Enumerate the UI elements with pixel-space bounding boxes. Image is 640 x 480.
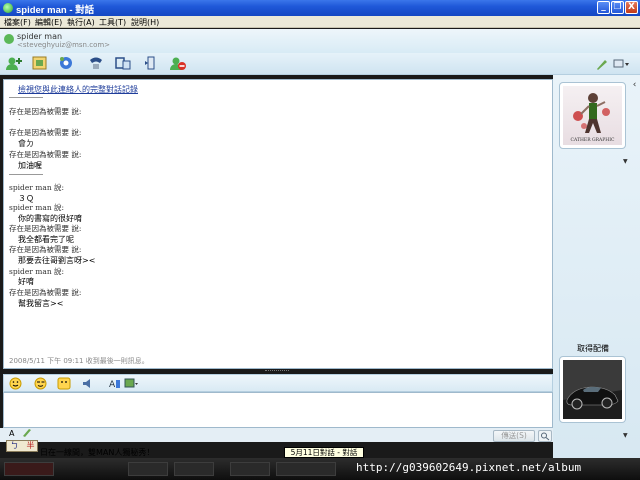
handwriting-icon[interactable] [22,428,34,439]
block-icon[interactable] [169,55,187,72]
watermark-url: http://g039602649.pixnet.net/album [356,461,582,474]
message-sender: spider man 說: [9,203,65,212]
contact-photo: CATHER GRAPHIC [563,86,622,145]
invite-icon[interactable] [5,55,23,72]
send-button[interactable]: 傳送(S) [493,430,535,442]
collapse-panel-icon[interactable]: ‹ [629,80,640,96]
menu-file[interactable]: 檔案(F) [4,17,31,28]
contact-display-picture[interactable]: CATHER GRAPHIC [559,82,626,149]
conversation-history[interactable]: 檢視您與此連絡人的完整對話記錄 存在是因為被需要 說: . 存在是因為被需要 說… [3,79,553,369]
contact-header: spider man <steveghyuiz@msn.com> [0,29,640,53]
message-sender: 存在是因為被需要 說: [9,150,82,159]
my-picture-label[interactable]: 取得配備 [577,343,609,354]
send-files-icon[interactable] [31,55,49,72]
photo-caption: CATHER GRAPHIC [571,137,615,143]
contact-email: <steveghyuiz@msn.com> [17,41,111,49]
taskbar-tooltip: 5月11日對話 - 對話 [284,447,364,458]
font-icon[interactable]: A [107,377,121,390]
ime-mode-toggle[interactable]: ㄅ [7,441,22,451]
window-title: spider man - 對話 [16,5,95,16]
background-icon[interactable] [124,377,138,390]
message-text: 會ㄉ [18,139,34,148]
online-status-icon [4,34,14,44]
taskbar-item[interactable] [128,462,168,476]
last-message-status: 2008/5/11 下午 09:11 收到最後一則訊息。 [9,357,149,365]
messenger-icon [3,3,13,13]
message-text: 幫我留言>< [18,299,64,308]
start-button[interactable] [4,462,54,476]
message-input[interactable] [3,392,553,428]
chevron-down-icon[interactable]: ▼ [623,432,628,439]
chevron-down-icon[interactable]: ▼ [623,158,628,165]
options-menu-icon[interactable] [612,55,630,72]
message-sender: 存在是因為被需要 說: [9,245,82,254]
ime-width-toggle[interactable]: 半 [23,441,38,451]
message-text: 那要去往哥劉言呀>< [18,256,96,265]
message-sender: 存在是因為被需要 說: [9,224,82,233]
title-bar: spider man - 對話 _ ❐ X [0,0,640,16]
toolbar [0,53,640,75]
message-sender: 存在是因為被需要 說: [9,128,82,137]
activities-icon[interactable] [114,55,132,72]
status-message: 日在一線間，雙MAN人獨秘秀！ [40,448,155,457]
emoticon-icon[interactable] [8,377,22,390]
maximize-button[interactable]: ❐ [611,1,624,14]
voice-clip-icon[interactable] [80,377,94,390]
svg-text:A: A [109,380,116,390]
car-photo [563,360,622,419]
resize-grip[interactable] [265,370,289,373]
webcam-icon[interactable] [57,55,75,72]
games-icon[interactable] [142,55,160,72]
message-text: 加油喔 [18,161,42,170]
paint-brush-icon[interactable] [593,55,611,72]
nudge-icon[interactable] [57,377,71,390]
taskbar-item[interactable] [276,462,336,476]
message-sender: 存在是因為被需要 說: [9,288,82,297]
call-icon[interactable] [87,55,105,72]
my-display-picture[interactable] [559,356,626,423]
message-sender: spider man 說: [9,183,65,192]
wink-icon[interactable] [33,377,47,390]
menu-edit[interactable]: 編輯(E) [35,17,62,28]
minimize-button[interactable]: _ [597,1,610,14]
menu-actions[interactable]: 執行(A) [67,17,95,28]
message-text: . [18,113,21,122]
format-toolbar: A [3,374,553,392]
contact-name[interactable]: spider man [17,32,62,41]
menu-help[interactable]: 說明(H) [131,17,159,28]
close-button[interactable]: X [625,1,638,14]
menu-tools[interactable]: 工具(T) [99,17,126,28]
taskbar-item[interactable] [174,462,214,476]
message-separator [9,174,43,175]
ime-toolbar[interactable]: ㄅ 半 [6,440,38,452]
taskbar-item[interactable] [230,462,270,476]
history-separator [9,97,43,98]
view-history-link[interactable]: 檢視您與此連絡人的完整對話記錄 [18,84,138,95]
display-picture-panel: CATHER GRAPHIC ▼ 取得配備 ▼ [553,75,640,460]
compose-footer [0,428,553,442]
menu-bar: 檔案(F) 編輯(E) 執行(A) 工具(T) 說明(H) [0,16,640,28]
font-size-button[interactable]: A [9,429,14,438]
message-text: 好唷 [18,277,34,286]
search-icon[interactable] [538,430,552,442]
